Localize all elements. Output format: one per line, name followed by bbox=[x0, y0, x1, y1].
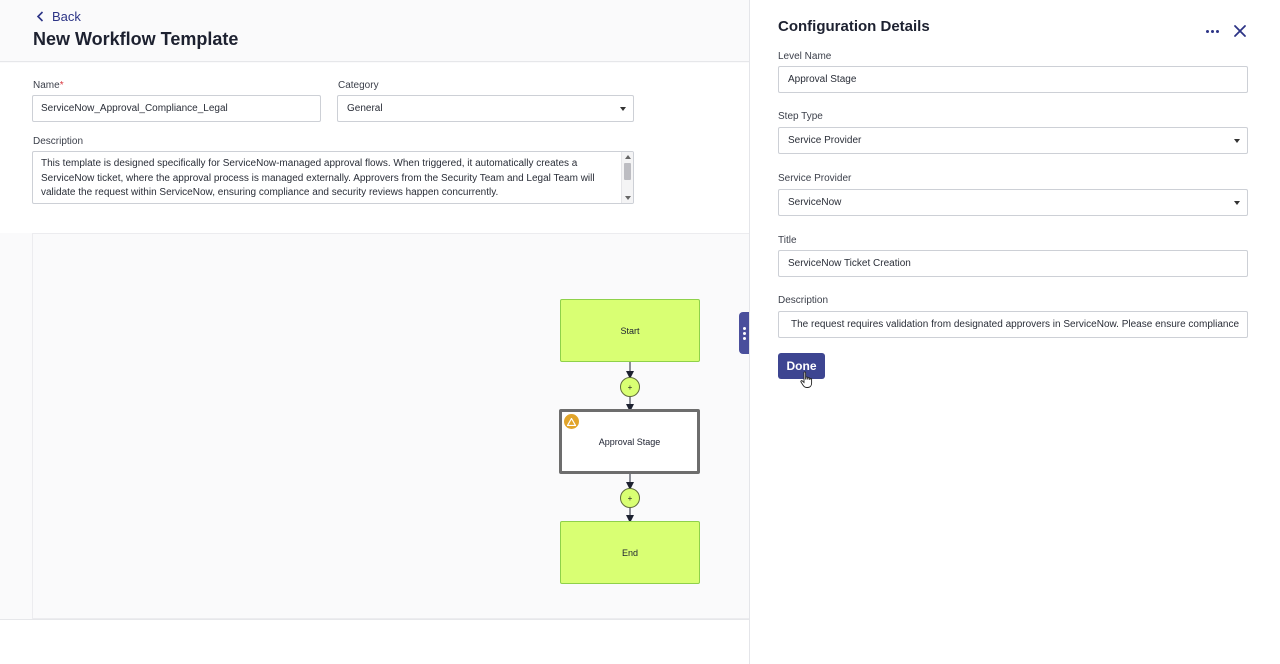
caret-down-icon bbox=[620, 107, 626, 111]
description-label: Description bbox=[33, 136, 84, 147]
page-header: Back New Workflow Template bbox=[0, 0, 749, 62]
panel-description-input[interactable]: The request requires validation from des… bbox=[778, 311, 1248, 338]
node-label: Approval Stage bbox=[598, 436, 661, 447]
node-label: Start bbox=[620, 325, 640, 336]
required-mark: * bbox=[59, 80, 64, 91]
category-select[interactable]: General bbox=[337, 95, 634, 122]
workflow-node-approval-stage[interactable]: Approval Stage bbox=[559, 409, 700, 474]
workflow-canvas[interactable]: Start + Approval Stage + End bbox=[32, 233, 749, 619]
pointer-cursor-icon bbox=[800, 371, 813, 388]
configuration-panel: Configuration Details Level Name Approva… bbox=[749, 0, 1280, 664]
caret-down-icon bbox=[1234, 201, 1240, 205]
add-step-button[interactable]: + bbox=[620, 377, 640, 397]
page-title: New Workflow Template bbox=[33, 29, 239, 49]
name-input[interactable]: ServiceNow_Approval_Compliance_Legal bbox=[32, 95, 321, 122]
caret-down-icon bbox=[1234, 139, 1240, 143]
back-link[interactable]: Back bbox=[36, 9, 81, 24]
name-label: Name* bbox=[33, 80, 64, 91]
drag-handle-icon[interactable] bbox=[739, 312, 749, 354]
description-scrollbar[interactable] bbox=[621, 152, 633, 203]
node-label: End bbox=[621, 547, 638, 558]
template-form: Name* ServiceNow_Approval_Compliance_Leg… bbox=[0, 63, 749, 233]
panel-description-label: Description bbox=[778, 295, 829, 306]
title-input[interactable]: ServiceNow Ticket Creation bbox=[778, 250, 1248, 277]
close-icon[interactable] bbox=[1232, 23, 1248, 39]
service-provider-label: Service Provider bbox=[778, 173, 852, 184]
category-value: General bbox=[347, 103, 383, 114]
add-step-button[interactable]: + bbox=[620, 488, 640, 508]
scroll-thumb[interactable] bbox=[624, 163, 631, 180]
workflow-node-end[interactable]: End bbox=[560, 521, 700, 584]
workflow-node-start[interactable]: Start bbox=[560, 299, 700, 362]
chevron-left-icon bbox=[36, 11, 44, 22]
back-label: Back bbox=[52, 9, 81, 24]
service-provider-value: ServiceNow bbox=[788, 197, 842, 208]
scroll-down-arrow-icon[interactable] bbox=[625, 196, 631, 200]
service-provider-select[interactable]: ServiceNow bbox=[778, 189, 1248, 216]
description-text: This template is designed specifically f… bbox=[41, 158, 595, 198]
footer-strip bbox=[0, 619, 749, 664]
step-type-select[interactable]: Service Provider bbox=[778, 127, 1248, 154]
more-horizontal-icon[interactable] bbox=[1206, 26, 1220, 36]
level-name-input[interactable]: Approval Stage bbox=[778, 66, 1248, 93]
panel-title: Configuration Details bbox=[778, 18, 930, 35]
step-type-label: Step Type bbox=[778, 111, 823, 122]
category-label: Category bbox=[338, 80, 379, 91]
title-label: Title bbox=[778, 235, 797, 246]
level-name-label: Level Name bbox=[778, 51, 832, 62]
description-textarea[interactable]: This template is designed specifically f… bbox=[32, 151, 634, 204]
warning-icon bbox=[564, 414, 579, 429]
main-area: Back New Workflow Template Name* Service… bbox=[0, 0, 749, 664]
step-type-value: Service Provider bbox=[788, 135, 862, 146]
scroll-up-arrow-icon[interactable] bbox=[625, 155, 631, 159]
